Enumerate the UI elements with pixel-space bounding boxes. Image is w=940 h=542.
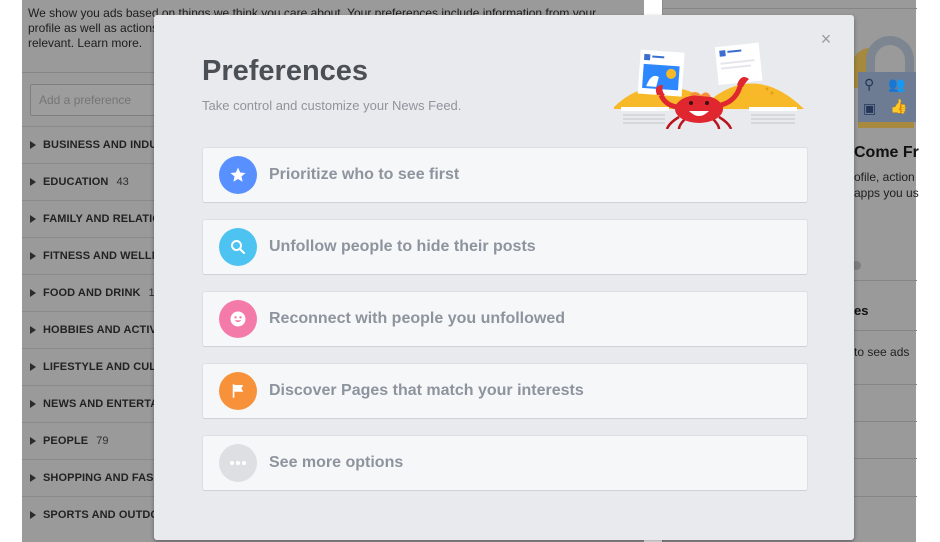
option-prioritize[interactable]: Prioritize who to see first	[202, 147, 808, 203]
option-label: Discover Pages that match your interests	[269, 382, 584, 399]
privacy-lock-illustration: ⚲ 👥 ▣ 👍	[858, 30, 918, 128]
search-icon	[219, 228, 257, 266]
learn-more-link[interactable]: Learn more.	[77, 36, 142, 50]
option-reconnect[interactable]: Reconnect with people you unfollowed	[202, 291, 808, 347]
option-label: Reconnect with people you unfollowed	[269, 310, 566, 327]
expand-triangle-icon	[30, 437, 36, 445]
option-label: Unfollow people to hide their posts	[269, 238, 536, 255]
paper-stack-left	[621, 107, 669, 124]
dialog-subtitle: Take control and customize your News Fee…	[202, 98, 462, 113]
post-card-right	[714, 42, 763, 86]
close-icon: ×	[820, 29, 832, 49]
category-name: EDUCATION	[43, 176, 109, 188]
option-label: See more options	[269, 454, 404, 471]
expand-triangle-icon	[30, 141, 36, 149]
category-count: 79	[96, 435, 109, 447]
crab-illustration	[614, 42, 804, 129]
paper-stack-right	[749, 107, 797, 124]
location-pin-icon: ⚲	[864, 76, 875, 92]
expand-triangle-icon	[30, 363, 36, 371]
option-discover-pages[interactable]: Discover Pages that match your interests	[202, 363, 808, 419]
category-count: 43	[116, 176, 129, 188]
right-panel-title: Come Fr	[854, 144, 919, 161]
close-button[interactable]: ×	[818, 29, 834, 49]
expand-triangle-icon	[30, 215, 36, 223]
expand-triangle-icon	[30, 511, 36, 519]
right-panel-text: ofile, action apps you us	[854, 169, 919, 201]
expand-triangle-icon	[30, 326, 36, 334]
preferences-dialog: × Preferences Take control and customize…	[154, 15, 854, 540]
dialog-title: Preferences	[202, 55, 369, 87]
people-icon: 👥	[888, 76, 906, 92]
profile-card-icon: ▣	[863, 100, 877, 116]
text-line: apps you us	[854, 186, 919, 200]
option-see-more[interactable]: See more options	[202, 435, 808, 491]
expand-triangle-icon	[30, 400, 36, 408]
expand-triangle-icon	[30, 178, 36, 186]
option-label: Prioritize who to see first	[269, 166, 460, 183]
intro-line: relevant.	[28, 36, 75, 50]
option-unfollow[interactable]: Unfollow people to hide their posts	[202, 219, 808, 275]
category-name: PEOPLE	[43, 435, 89, 447]
more-dots-icon	[219, 444, 257, 482]
illustration-decoration	[858, 122, 914, 128]
right-panel-subtext: to see ads	[854, 345, 910, 359]
text-line: ofile, action	[854, 170, 915, 184]
smiley-icon	[219, 300, 257, 338]
right-panel-subheading: es	[854, 303, 869, 318]
thumbs-up-icon: 👍	[890, 98, 908, 114]
flag-icon	[219, 372, 257, 410]
divider	[663, 8, 917, 9]
preferences-options: Prioritize who to see first Unfollow peo…	[202, 147, 808, 507]
expand-triangle-icon	[30, 289, 36, 297]
expand-triangle-icon	[30, 474, 36, 482]
category-name: FOOD AND DRINK	[43, 287, 141, 299]
star-icon	[219, 156, 257, 194]
expand-triangle-icon	[30, 252, 36, 260]
